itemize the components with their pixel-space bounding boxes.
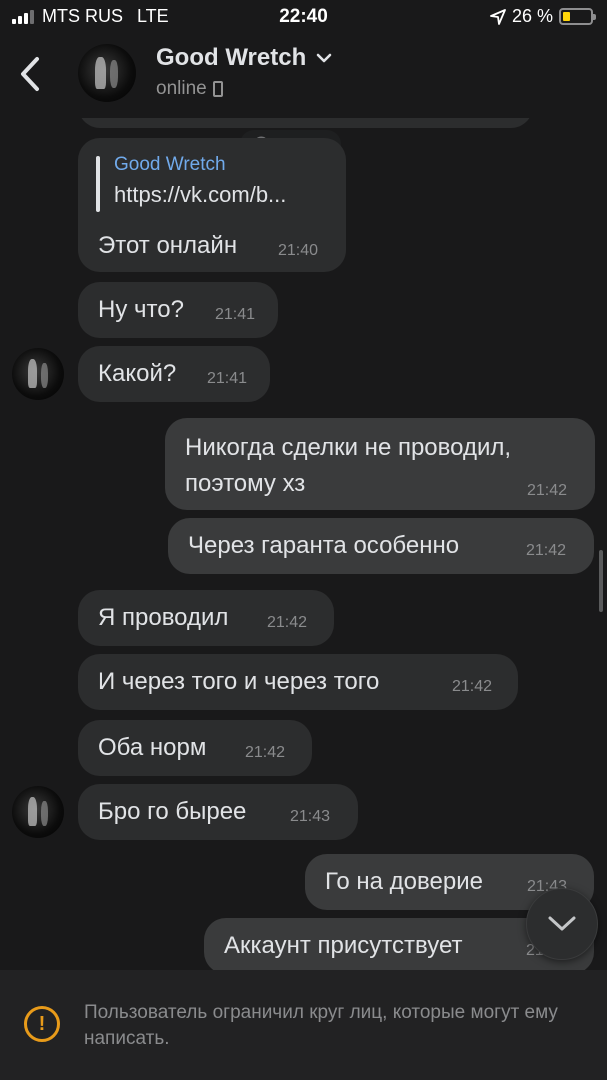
message-text: Ну что? <box>98 296 184 323</box>
sender-avatar[interactable] <box>12 348 64 400</box>
message-text: Бро го бырее <box>98 798 247 825</box>
mobile-phone-icon <box>212 81 223 97</box>
message-bubble-outgoing[interactable]: Никогда сделки не проводил, поэтому хз 2… <box>165 418 595 510</box>
message-text: И через того и через того <box>98 668 380 695</box>
message-bubble-partial[interactable] <box>78 118 533 128</box>
message-bubble[interactable]: Оба норм 21:42 <box>78 720 312 776</box>
chat-header: Good Wretch online <box>0 34 607 118</box>
message-time: 21:41 <box>207 370 248 387</box>
reply-link[interactable]: https://vk.com/b... <box>114 182 286 208</box>
message-text-line2: поэтому хз <box>185 470 306 497</box>
warning-icon: ! <box>24 1006 60 1042</box>
message-text: Через гаранта особенно <box>188 532 460 559</box>
message-time: 21:42 <box>526 542 567 559</box>
message-bubble[interactable]: Я проводил 21:42 <box>78 590 334 646</box>
restriction-notice: ! Пользователь ограничил круг лиц, котор… <box>0 970 607 1080</box>
restriction-notice-text: Пользователь ограничил круг лиц, которые… <box>84 1002 558 1049</box>
battery-percent: 26 % <box>511 6 553 26</box>
message-text: Оба норм <box>98 734 207 761</box>
battery-icon <box>559 8 596 25</box>
message-time: 21:41 <box>215 306 256 323</box>
message-bubble[interactable]: Бро го бырее 21:43 <box>78 784 358 840</box>
message-time: 21:42 <box>267 614 308 631</box>
reply-quote-bar <box>96 156 100 212</box>
message-bubble[interactable]: Ну что? 21:41 <box>78 282 278 338</box>
message-bubble[interactable]: Какой? 21:41 <box>78 346 270 402</box>
message-text: Какой? <box>98 360 177 387</box>
message-time: 21:42 <box>452 678 493 695</box>
contact-name-button[interactable]: Good Wretch <box>156 44 332 72</box>
message-text-line1: Никогда сделки не проводил, <box>185 434 512 461</box>
message-text: Го на доверие <box>325 868 483 895</box>
chevron-down-icon <box>316 53 332 63</box>
message-text: Аккаунт присутствует <box>224 932 463 959</box>
message-bubble[interactable]: И через того и через того 21:42 <box>78 654 518 710</box>
contact-status: online <box>156 78 207 99</box>
contact-name: Good Wretch <box>156 44 307 71</box>
location-arrow-icon <box>490 8 506 25</box>
message-text: Этот онлайн <box>98 232 238 259</box>
back-button[interactable] <box>14 54 46 94</box>
status-bar: MTS RUS LTE 22:40 26 % <box>0 0 607 34</box>
message-bubble[interactable]: Good Wretch https://vk.com/b... Этот онл… <box>78 138 346 272</box>
message-time: 21:43 <box>290 808 331 825</box>
message-time: 21:42 <box>527 482 568 499</box>
message-time: 21:42 <box>245 744 286 761</box>
chevron-left-icon <box>21 57 39 91</box>
sender-avatar[interactable] <box>12 786 64 838</box>
scroll-to-bottom-button[interactable] <box>526 888 598 960</box>
message-list[interactable]: Сегодня Good Wretch https://vk.com/b... … <box>0 118 607 970</box>
message-time: 21:40 <box>278 242 319 259</box>
contact-avatar[interactable] <box>78 44 136 102</box>
message-bubble-outgoing[interactable]: Через гаранта особенно 21:42 <box>168 518 594 574</box>
reply-author[interactable]: Good Wretch <box>114 154 226 176</box>
scrollbar[interactable] <box>599 550 603 612</box>
chevron-down-icon <box>548 916 576 931</box>
message-text: Я проводил <box>98 604 229 631</box>
